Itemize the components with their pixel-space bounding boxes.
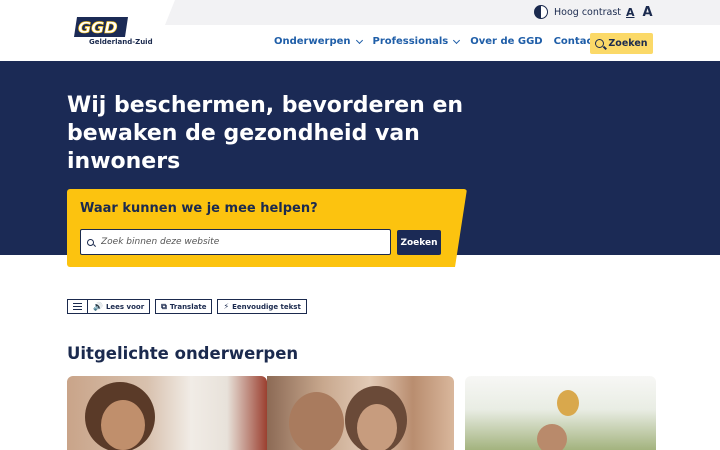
- lightning-icon: ⚡: [223, 302, 230, 311]
- featured-topic-card-family[interactable]: [465, 376, 656, 450]
- translate-icon: ⧉: [161, 301, 167, 311]
- nav-item-label: Professionals: [372, 36, 449, 47]
- site-search-field[interactable]: [80, 229, 391, 255]
- font-size-controls: A A: [626, 5, 653, 20]
- simple-text-button[interactable]: ⚡ Eenvoudige tekst: [218, 300, 305, 313]
- site-search-submit-button[interactable]: Zoeken: [397, 230, 441, 255]
- translate-label: Translate: [169, 302, 207, 311]
- featured-topics-title: Uitgelichte onderwerpen: [67, 344, 299, 363]
- read-aloud-button[interactable]: 🔊 Lees voor: [87, 300, 149, 313]
- search-icon: [87, 238, 94, 246]
- nav-item-label: Over de GGD: [470, 36, 543, 47]
- logo-text: GGD: [78, 18, 118, 37]
- card-image-child-on-shoulders: [557, 390, 579, 416]
- search-icon: [595, 39, 605, 48]
- card-image-person-left: [289, 392, 344, 450]
- translate-button[interactable]: ⧉ Translate: [156, 300, 211, 313]
- featured-topic-card-couple[interactable]: [267, 376, 454, 450]
- contrast-icon: [534, 5, 548, 19]
- nav-item-onderwerpen[interactable]: Onderwerpen: [274, 36, 363, 47]
- simple-text-group: ⚡ Eenvoudige tekst: [217, 299, 307, 314]
- site-search-input[interactable]: [101, 237, 381, 247]
- header-search-label: Zoeken: [608, 38, 648, 49]
- help-search-title: Waar kunnen we je mee helpen?: [80, 201, 318, 216]
- nav-item-over-de-ggd[interactable]: Over de GGD: [470, 36, 542, 47]
- read-aloud-group: 🔊 Lees voor: [67, 299, 151, 314]
- high-contrast-label: Hoog contrast: [554, 6, 622, 18]
- high-contrast-toggle[interactable]: Hoog contrast: [534, 5, 621, 19]
- nav-item-professionals[interactable]: Professionals: [372, 36, 461, 47]
- featured-topic-card-child[interactable]: [67, 376, 267, 450]
- logo-subtitle: Gelderland-Zuid: [89, 38, 153, 46]
- card-image-face: [101, 400, 145, 450]
- chevron-down-icon: [453, 36, 461, 44]
- header-search-button[interactable]: Zoeken: [590, 33, 653, 54]
- card-image-face-right: [357, 404, 397, 450]
- hero-title: Wij beschermen, bevorderen en bewaken de…: [67, 93, 464, 174]
- chevron-down-icon: [355, 36, 363, 44]
- simple-text-label: Eenvoudige tekst: [232, 302, 301, 311]
- font-size-large-button[interactable]: A: [643, 5, 653, 20]
- ggd-logo[interactable]: GGD: [74, 17, 154, 57]
- nav-item-label: Onderwerpen: [274, 36, 351, 47]
- translate-group: ⧉ Translate: [155, 299, 213, 314]
- card-image-adult-head: [537, 424, 567, 450]
- ggd-logo-mark: GGD: [74, 17, 128, 37]
- read-aloud-label: Lees voor: [105, 302, 145, 311]
- main-navigation: Onderwerpen Professionals Over de GGD Co…: [274, 36, 608, 47]
- read-aloud-menu-button[interactable]: [68, 300, 87, 313]
- accessibility-toolbar: 🔊 Lees voor ⧉ Translate ⚡ Eenvoudige tek…: [67, 299, 307, 314]
- font-size-small-button[interactable]: A: [626, 6, 635, 19]
- speaker-icon: 🔊: [93, 302, 103, 311]
- menu-icon: [73, 303, 82, 310]
